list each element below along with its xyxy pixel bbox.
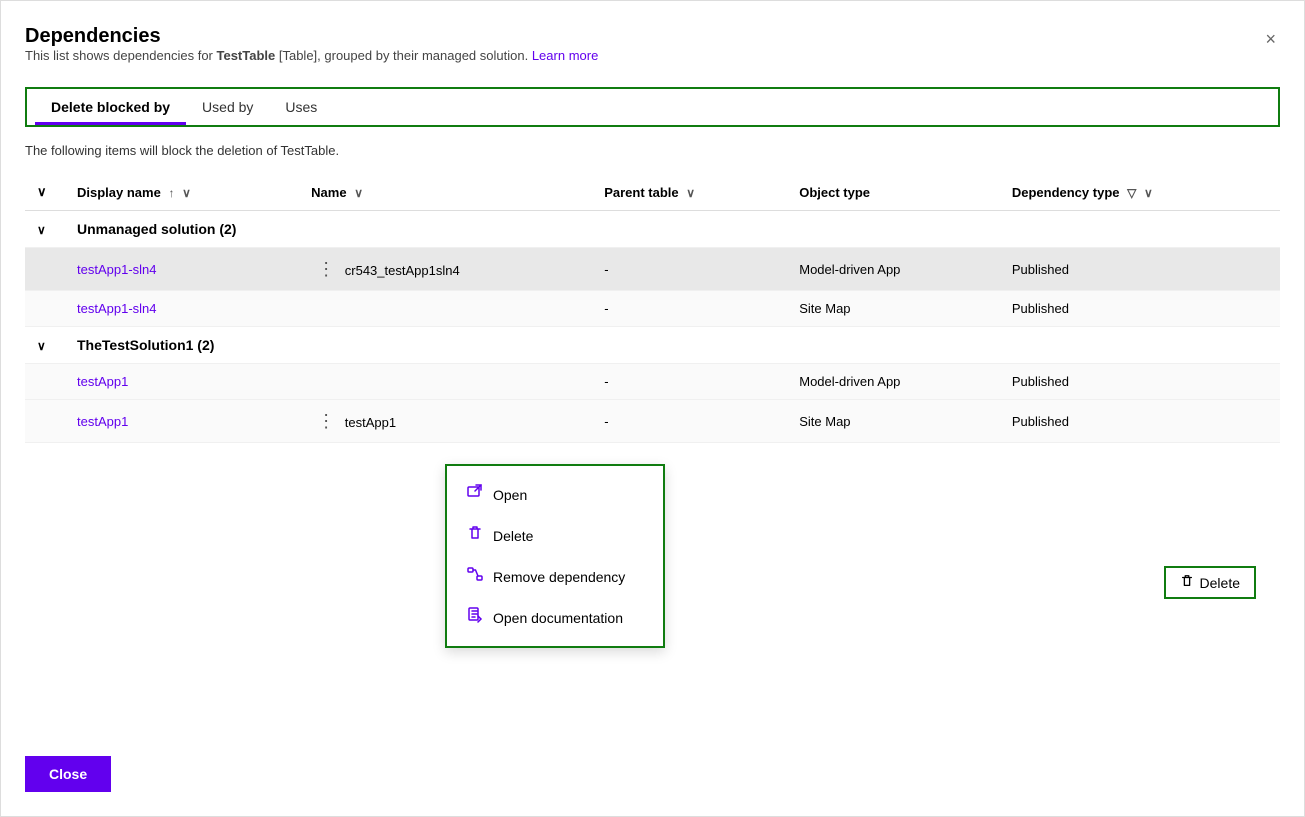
row1-dependency-type: Published [1000,248,1280,291]
row3-display-name: testApp1 [65,364,299,400]
col-parent-table: Parent table ∨ [592,174,787,211]
tab-used-by[interactable]: Used by [186,93,269,121]
dependencies-table-container: ∨ Display name ↑ ∨ Name ∨ Parent table ∨ [25,174,1280,792]
row3-expand [25,364,65,400]
table-row: testApp1-sln4 ⋮ cr543_testApp1sln4 - Mod… [25,248,1280,291]
context-menu: Open Delete Remove depen [445,464,665,648]
subtitle-pre: This list shows dependencies for [25,48,216,63]
context-menu-item-remove-dependency[interactable]: Remove dependency [447,556,663,597]
dependencies-table: ∨ Display name ↑ ∨ Name ∨ Parent table ∨ [25,174,1280,443]
row1-parent-table: - [592,248,787,291]
col-name: Name ∨ [299,174,592,211]
delete-btn-label: Delete [1200,575,1240,591]
delete-button[interactable]: Delete [1164,566,1256,599]
open-label: Open [493,487,527,503]
open-documentation-icon [467,607,483,628]
delete-icon [467,525,483,546]
context-menu-item-delete[interactable]: Delete [447,515,663,556]
delete-label: Delete [493,528,533,544]
tab-uses[interactable]: Uses [269,93,333,121]
dialog-footer: Close [25,756,111,792]
dep-sort-icon[interactable]: ∨ [1144,186,1153,200]
row1-display-name: testApp1-sln4 [65,248,299,291]
row3-dependency-type: Published [1000,364,1280,400]
remove-dependency-icon [467,566,483,587]
row4-object-type: Site Map [787,400,1000,443]
close-footer-button[interactable]: Close [25,756,111,792]
row4-parent-table: - [592,400,787,443]
row2-object-type: Site Map [787,291,1000,327]
dep-filter-icon[interactable]: ▽ [1127,186,1136,200]
dialog-header: Dependencies This list shows dependencie… [25,25,1280,79]
row1-object-type: Model-driven App [787,248,1000,291]
row1-more-button[interactable]: ⋮ [311,258,341,280]
group-expand-thetest[interactable]: ∨ [25,327,65,364]
sort-asc-icon[interactable]: ↑ [168,186,174,200]
info-text: The following items will block the delet… [25,143,1280,158]
row4-display-link[interactable]: testApp1 [77,414,128,429]
row4-dependency-type: Published [1000,400,1280,443]
sort-desc-icon[interactable]: ∨ [182,186,191,200]
dialog-title: Dependencies [25,25,598,48]
col-object-type: Object type [787,174,1000,211]
tabs-container: Delete blocked by Used by Uses [25,87,1280,127]
expand-all-icon[interactable]: ∨ [37,184,47,199]
subtitle-bold: TestTable [216,48,275,63]
row3-name [299,364,592,400]
close-dialog-button[interactable]: × [1261,25,1280,54]
table-header-row: ∨ Display name ↑ ∨ Name ∨ Parent table ∨ [25,174,1280,211]
group-expand-unmanaged[interactable]: ∨ [25,211,65,248]
row2-dependency-type: Published [1000,291,1280,327]
subtitle-type: [Table], grouped by their managed soluti… [275,48,528,63]
context-menu-item-open-documentation[interactable]: Open documentation [447,597,663,638]
row4-name: ⋮ testApp1 [299,400,592,443]
row2-display-name: testApp1-sln4 [65,291,299,327]
row2-display-link[interactable]: testApp1-sln4 [77,301,157,316]
dialog-subtitle: This list shows dependencies for TestTab… [25,48,598,63]
row3-parent-table: - [592,364,787,400]
row1-name: ⋮ cr543_testApp1sln4 [299,248,592,291]
row4-display-name: testApp1 [65,400,299,443]
expand-col-header: ∨ [25,174,65,211]
table-row: testApp1 - Model-driven App Published [25,364,1280,400]
row4-expand [25,400,65,443]
group-label-thetest: TheTestSolution1 (2) [65,327,1280,364]
row2-parent-table: - [592,291,787,327]
col-display-name: Display name ↑ ∨ [65,174,299,211]
table-row: testApp1-sln4 - Site Map Published [25,291,1280,327]
open-icon [467,484,483,505]
row3-display-link[interactable]: testApp1 [77,374,128,389]
row4-more-button[interactable]: ⋮ [311,410,341,432]
remove-dependency-label: Remove dependency [493,569,625,585]
dependencies-dialog: Dependencies This list shows dependencie… [0,0,1305,817]
row1-display-link[interactable]: testApp1-sln4 [77,262,157,277]
learn-more-link[interactable]: Learn more [532,48,598,63]
col-dependency-type: Dependency type ▽ ∨ [1000,174,1280,211]
name-sort-icon[interactable]: ∨ [354,186,363,200]
row3-object-type: Model-driven App [787,364,1000,400]
group-row-unmanaged: ∨ Unmanaged solution (2) [25,211,1280,248]
tab-delete-blocked-by[interactable]: Delete blocked by [35,93,186,121]
row2-name [299,291,592,327]
row2-expand [25,291,65,327]
table-row: testApp1 ⋮ testApp1 - Site Map Published [25,400,1280,443]
row1-expand [25,248,65,291]
group-label-unmanaged: Unmanaged solution (2) [65,211,1280,248]
parent-sort-icon[interactable]: ∨ [686,186,695,200]
group-row-thetest: ∨ TheTestSolution1 (2) [25,327,1280,364]
delete-btn-icon [1180,574,1194,591]
context-menu-item-open[interactable]: Open [447,474,663,515]
open-documentation-label: Open documentation [493,610,623,626]
